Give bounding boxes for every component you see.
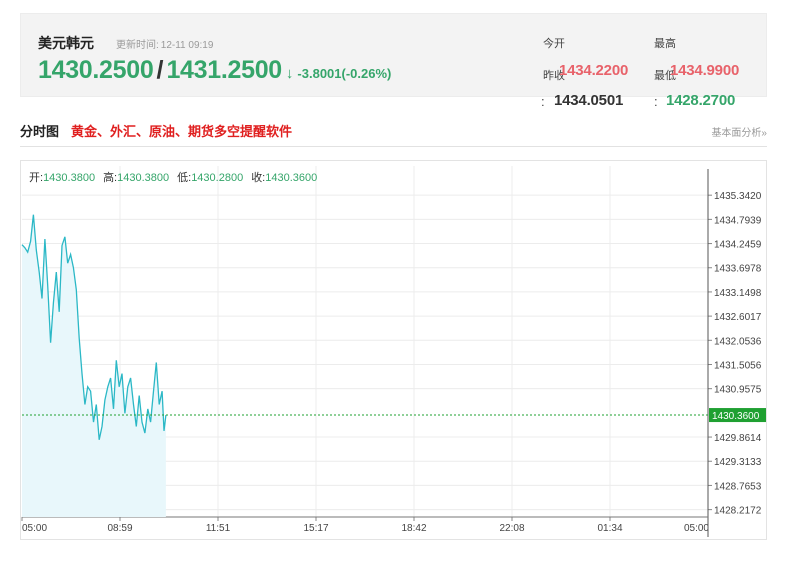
x-tick-label: 15:17 (303, 523, 328, 534)
y-tick-label: 1428.7653 (714, 481, 762, 492)
ask-price: 1431.2500 (166, 56, 282, 84)
promo-link[interactable]: 黄金、外汇、原油、期货多空提醒软件 (71, 121, 292, 140)
section-divider (20, 146, 767, 147)
low-colon: : (654, 94, 658, 109)
legend-close-value: 1430.3600 (265, 172, 318, 184)
update-time-value: 12-11 09:19 (160, 40, 214, 51)
open-value: 1434.2200 (559, 62, 629, 79)
chart-panel: 1435.3420 1434.7939 1434.2459 1433.6978 1433… (20, 160, 767, 540)
y-tick-label: 1431.5056 (714, 360, 762, 371)
intraday-chart: 1435.3420 1434.7939 1434.2459 1433.6978 1433… (21, 166, 766, 537)
section-title: 分时图 (20, 124, 60, 139)
legend-high-label: 高: (103, 172, 118, 184)
x-tick-label: 11:51 (206, 523, 231, 534)
current-price-label: 1430.3600 (712, 411, 760, 422)
y-tick-label: 1434.2459 (714, 240, 762, 251)
price-separator: / (156, 56, 164, 84)
legend-close-label: 收: (251, 172, 266, 184)
y-tick-label: 1434.7939 (714, 215, 762, 226)
y-tick-label: 1428.2172 (714, 506, 762, 517)
legend-low-label: 低: (177, 172, 192, 184)
down-arrow-icon: ↓ (285, 65, 294, 82)
x-tick-label: 22:08 (499, 523, 524, 534)
quote-panel: 美元韩元 更新时间: 12-11 09:19 1430.2500/1431.250… (20, 13, 767, 109)
x-tick-label: 18:42 (401, 523, 426, 534)
price-row: 1430.2500/1431.2500 ↓ -3.8001(-0.26%) (38, 56, 391, 85)
y-tick-label: 1429.3133 (714, 457, 762, 468)
price-change: -3.8001(-0.26%) (297, 66, 392, 81)
y-tick-label: 1429.8614 (714, 433, 762, 444)
low-value: 1428.2700 (666, 92, 736, 109)
x-tick-label: 05:00 (22, 523, 47, 534)
y-tick-label: 1432.0536 (714, 336, 762, 347)
legend-high-value: 1430.3800 (117, 172, 170, 184)
x-tick-label: 08:59 (107, 523, 132, 534)
y-tick-label: 1435.3420 (714, 191, 762, 202)
high-label: 最高 (654, 38, 676, 50)
bid-price: 1430.2500 (38, 56, 154, 84)
high-value: 1434.9900 (670, 62, 740, 79)
ohlc-legend: 开:1430.3800 高:1430.3800 低:1430.2800 收:1430.… (29, 169, 325, 185)
legend-open-label: 开: (29, 172, 44, 184)
prev-close-value: 1434.0501 (554, 92, 624, 109)
fundamental-analysis-link[interactable]: 基本面分析» (711, 124, 767, 139)
y-tick-label: 1433.1498 (714, 288, 762, 299)
update-time: 更新时间: 12-11 09:19 (114, 36, 213, 51)
open-label: 今开 (543, 38, 565, 50)
legend-open-value: 1430.3800 (43, 172, 96, 184)
y-tick-label: 1432.6017 (714, 312, 762, 323)
pair-name: 美元韩元 (38, 35, 94, 51)
prev-close-colon: : (541, 94, 545, 109)
y-tick-label: 1430.9575 (714, 385, 762, 396)
x-tick-label: 05:00 (684, 523, 709, 534)
legend-low-value: 1430.2800 (191, 172, 244, 184)
y-tick-label: 1433.6978 (714, 264, 762, 275)
update-time-label: 更新时间: (116, 40, 159, 51)
x-tick-label: 01:34 (597, 523, 622, 534)
